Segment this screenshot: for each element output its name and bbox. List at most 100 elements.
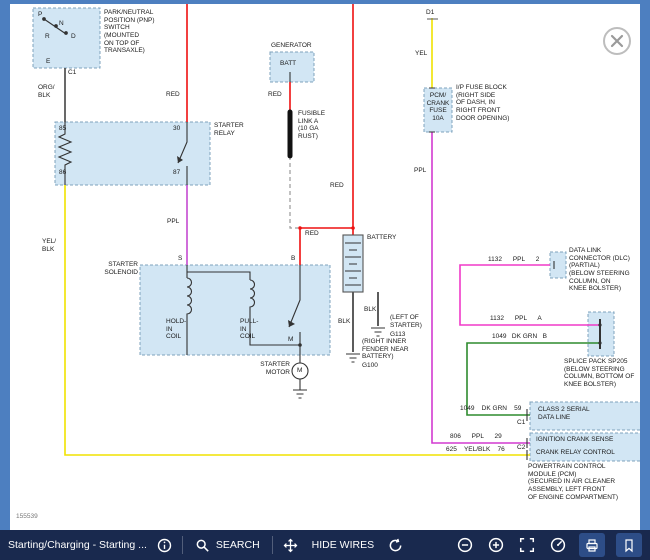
generator-batt-label: BATT <box>280 60 296 68</box>
splice-pack-label: SPLICE PACK SP205 (BELOW STEERING COLUMN… <box>564 358 634 389</box>
solenoid-terminal-m: M <box>288 336 293 344</box>
dlc-box <box>550 252 566 278</box>
zoom-out-icon <box>457 537 473 553</box>
pnp-connector-c1: C1 <box>68 69 76 77</box>
battery-symbol <box>343 235 363 292</box>
relay-pin-30: 30 <box>173 125 180 133</box>
info-button[interactable] <box>155 536 174 555</box>
search-label: SEARCH <box>216 539 260 551</box>
zoom-in-icon <box>488 537 504 553</box>
close-icon <box>610 34 624 48</box>
close-button[interactable] <box>603 27 631 55</box>
ignition-sense-wire-label: 806 PPL 29 <box>450 433 502 441</box>
zoom-out-button[interactable] <box>455 535 475 555</box>
pnp-terminal-e: E <box>46 58 50 66</box>
refresh-button[interactable] <box>386 536 405 555</box>
blk-wire-label-g113: BLK <box>364 306 376 314</box>
dlc-wire-label: 1132 PPL 2 <box>488 256 539 264</box>
left-frame <box>0 0 10 530</box>
fusible-link-label: FUSIBLE LINK A (10 GA RUST) <box>298 110 325 141</box>
g113-location-label: (LEFT OF STARTER) <box>390 314 422 329</box>
toolbar-divider <box>182 536 183 554</box>
fit-screen-icon <box>519 537 535 553</box>
pcm-connector-c1: C1 <box>517 419 525 427</box>
bookmark-button[interactable] <box>616 533 642 557</box>
starter-solenoid-box <box>140 265 330 355</box>
pnp-position-d: D <box>71 33 76 41</box>
g100-location-label: (RIGHT INNER FENDER NEAR BATTERY) <box>362 338 409 361</box>
ground-g113-icon <box>371 328 385 336</box>
starter-motor-label: STARTER MOTOR <box>248 361 290 376</box>
search-button[interactable]: SEARCH <box>191 536 264 555</box>
red-wire-label-battery: RED <box>330 182 344 190</box>
red-wire-label-solenoid: RED <box>305 230 319 238</box>
splice-wire-a-label: 1132 PPL A <box>490 315 542 323</box>
top-frame <box>0 0 650 4</box>
ground-motor-icon <box>293 390 307 398</box>
red-wire-label-relay: RED <box>166 91 180 99</box>
wire-generator-dashed <box>290 156 298 228</box>
red-wire-label-generator: RED <box>268 91 282 99</box>
toolbar-right-group <box>455 533 642 557</box>
hold-in-coil-label: HOLD- IN COIL <box>166 318 186 341</box>
pan-button[interactable] <box>281 536 300 555</box>
pnp-position-n: N <box>59 20 64 28</box>
bookmark-icon <box>622 538 636 553</box>
class2-label: CLASS 2 SERIAL DATA LINE <box>538 406 590 421</box>
ppl-wire-label-right: PPL <box>414 167 426 175</box>
starter-solenoid-label: STARTER SOLENOID <box>92 261 138 276</box>
ppl-wire-label-left: PPL <box>167 218 179 226</box>
bottom-toolbar: Starting/Charging - Starting ... SEARCH … <box>0 530 650 560</box>
crank-relay-control-label: CRANK RELAY CONTROL <box>536 449 615 457</box>
print-button[interactable] <box>579 533 605 557</box>
junction-dot <box>298 226 302 230</box>
zoom-in-button[interactable] <box>486 535 506 555</box>
right-frame <box>640 0 650 530</box>
class2-wire-label: 1049 DK GRN 59 <box>460 405 521 413</box>
solenoid-terminal-s: S <box>178 255 182 263</box>
refresh-icon <box>388 538 403 553</box>
org-blk-wire-label: ORG/ BLK <box>38 84 55 99</box>
relay-pin-85: 85 <box>59 125 66 133</box>
junction-dot <box>351 226 355 230</box>
solenoid-terminal-b: B <box>291 255 295 263</box>
blk-wire-label-g100: BLK <box>338 318 350 326</box>
fuse-block-label: I/P FUSE BLOCK (RIGHT SIDE OF DASH, IN R… <box>456 84 509 122</box>
ground-g100-icon <box>346 354 360 362</box>
starter-relay-label: STARTER RELAY <box>214 122 244 137</box>
pcm-connector-c2: C2 <box>517 444 525 452</box>
yel-blk-wire-label: YEL/ BLK <box>42 238 56 253</box>
battery-label: BATTERY <box>367 234 396 242</box>
hide-wires-button[interactable]: HIDE WIRES <box>308 537 378 553</box>
pnp-position-p: P <box>38 11 42 19</box>
g100-label: G100 <box>362 362 378 370</box>
splice-wire-b-label: 1049 DK GRN B <box>492 333 547 341</box>
hide-wires-label: HIDE WIRES <box>312 539 374 551</box>
ignition-crank-sense-label: IGNITION CRANK SENSE <box>536 436 613 444</box>
diagram-number: 155539 <box>16 513 38 521</box>
gauge-icon <box>550 537 566 553</box>
relay-pin-87: 87 <box>173 169 180 177</box>
g113-label: G113 <box>390 331 405 339</box>
reset-zoom-button[interactable] <box>548 535 568 555</box>
d1-label: D1 <box>426 9 434 17</box>
motor-m-label: M <box>297 367 302 375</box>
search-icon <box>195 538 210 553</box>
toolbar-divider <box>272 536 273 554</box>
pull-in-coil-label: PULL- IN COIL <box>240 318 258 341</box>
fit-screen-button[interactable] <box>517 535 537 555</box>
print-icon <box>585 538 599 553</box>
generator-label: GENERATOR <box>271 42 312 50</box>
pan-icon <box>283 538 298 553</box>
pnp-position-r: R <box>45 33 50 41</box>
dlc-label: DATA LINK CONNECTOR (DLC) (PARTIAL) (BEL… <box>569 247 630 293</box>
wire-ppl-ignition-sense <box>432 132 530 443</box>
pnp-switch-box <box>33 8 100 68</box>
yel-wire-label: YEL <box>415 50 427 58</box>
relay-pin-86: 86 <box>59 169 66 177</box>
pnp-switch-label: PARK/NEUTRAL POSITION (PNP) SWITCH (MOUN… <box>104 9 155 55</box>
pcm-crank-fuse-label: PCM/ CRANK FUSE 10A <box>424 92 452 123</box>
crank-control-wire-label: 625 YEL/BLK 76 <box>446 446 505 454</box>
info-icon <box>157 538 172 553</box>
diagram-title: Starting/Charging - Starting ... <box>8 539 147 551</box>
